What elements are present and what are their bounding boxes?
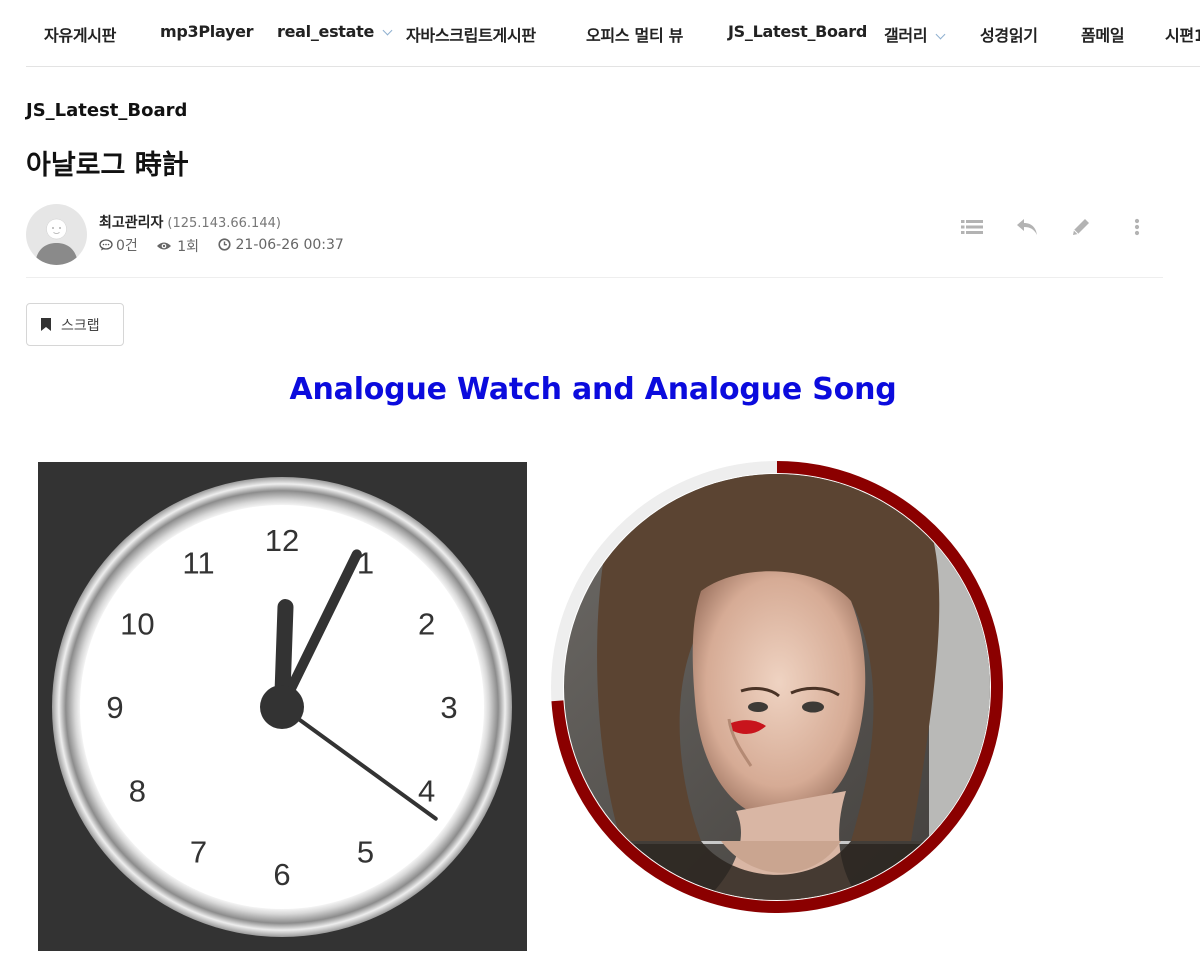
nav-item-psalms[interactable]: 시편1 xyxy=(1165,22,1200,46)
comment-count: 0건 xyxy=(99,235,138,255)
list-icon xyxy=(961,220,983,234)
clock-number: 11 xyxy=(182,545,214,580)
chevron-down-icon xyxy=(935,29,946,40)
clock-number: 9 xyxy=(106,690,123,725)
nav-item-office-multi-view[interactable]: 오피스 멀티 뷰 xyxy=(586,22,683,46)
author-info: 최고관리자 (125.143.66.144) xyxy=(99,212,281,232)
content-heading: Analogue Watch and Analogue Song xyxy=(289,372,897,407)
author-ip: (125.143.66.144) xyxy=(167,216,281,231)
list-button[interactable] xyxy=(959,214,985,240)
nav-item-javascript-board[interactable]: 자바스크립트게시판 xyxy=(406,22,536,46)
top-nav: 자유게시판 mp3Player real_estate 자바스크립트게시판 오피… xyxy=(26,0,1200,67)
clock-number: 4 xyxy=(418,774,435,809)
header-divider xyxy=(26,277,1163,278)
nav-item-gallery[interactable]: 갤러리 xyxy=(884,22,946,46)
post-title: 아날로그 時計 xyxy=(26,150,189,181)
clock-number: 7 xyxy=(190,835,207,870)
user-avatar-icon xyxy=(35,218,78,265)
song-player-graphic xyxy=(551,461,1003,913)
reply-icon xyxy=(1017,219,1037,235)
comment-icon xyxy=(99,239,113,251)
clock-number: 3 xyxy=(440,690,457,725)
bookmark-icon xyxy=(41,318,51,331)
clock-number: 6 xyxy=(273,857,290,892)
more-vertical-icon xyxy=(1134,218,1140,236)
more-options-button[interactable] xyxy=(1124,214,1150,240)
nav-item-formmail[interactable]: 폼메일 xyxy=(1081,22,1125,46)
clock-number: 10 xyxy=(120,607,154,642)
author-name[interactable]: 최고관리자 xyxy=(99,215,163,231)
board-name[interactable]: JS_Latest_Board xyxy=(26,100,187,121)
clock-number: 8 xyxy=(129,774,146,809)
post-date: 21-06-26 00:37 xyxy=(217,237,344,253)
nav-item-bible-reading[interactable]: 성경읽기 xyxy=(980,22,1038,46)
analog-clock-face: 121234567891011 xyxy=(52,477,512,937)
scrap-button[interactable]: 스크랩 xyxy=(26,303,124,346)
clock-number: 2 xyxy=(418,607,435,642)
edit-button[interactable] xyxy=(1068,214,1094,240)
nav-item-real-estate[interactable]: real_estate xyxy=(277,22,393,41)
clock-center-cap xyxy=(260,685,304,729)
reply-button[interactable] xyxy=(1014,214,1040,240)
nav-item-mp3player[interactable]: mp3Player xyxy=(160,22,254,41)
chevron-down-icon xyxy=(382,25,393,36)
song-player[interactable] xyxy=(551,461,1003,913)
avatar xyxy=(26,204,87,265)
analog-clock: 12 1 2 3 4 5 6 7 8 9 10 11 xyxy=(38,462,527,951)
post-actions xyxy=(958,214,1148,240)
post-meta: 0건 1회 21-06-26 00:37 xyxy=(99,235,358,256)
clock-icon xyxy=(217,238,231,251)
clock-number: 12 xyxy=(265,523,299,558)
pencil-icon xyxy=(1073,219,1089,235)
nav-item-free-board[interactable]: 자유게시판 xyxy=(44,22,116,46)
nav-item-js-latest-board[interactable]: JS_Latest_Board xyxy=(728,22,867,41)
clock-number: 5 xyxy=(357,835,374,870)
view-count: 1회 xyxy=(156,236,199,256)
eye-icon xyxy=(157,242,172,250)
